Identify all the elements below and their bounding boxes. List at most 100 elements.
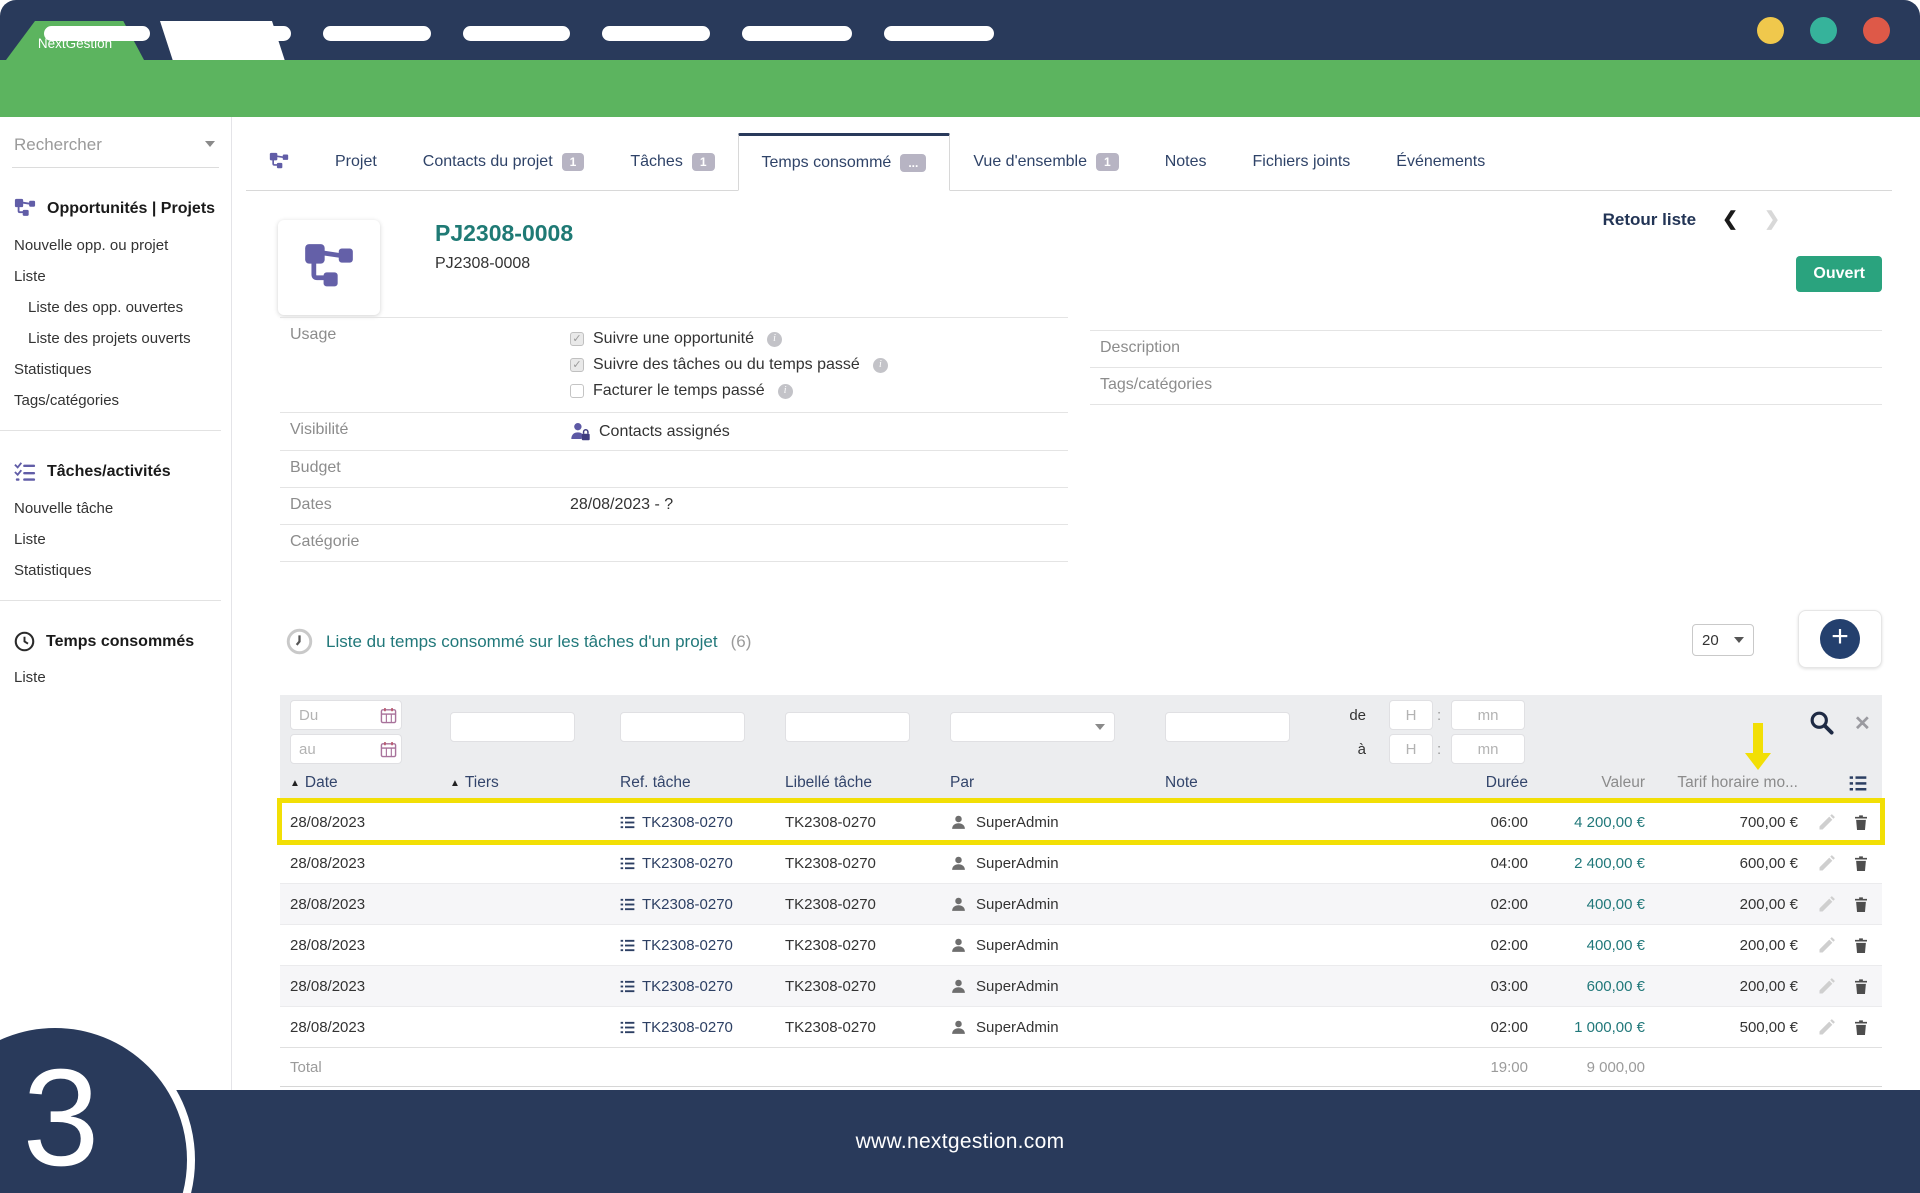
delete-icon[interactable] xyxy=(1852,895,1870,914)
chevron-right-icon[interactable]: ❯ xyxy=(1764,208,1780,231)
filter-tiers-input[interactable] xyxy=(450,712,575,742)
delete-icon[interactable] xyxy=(1852,813,1870,832)
edit-icon[interactable] xyxy=(1817,812,1837,832)
sidebar-search-input[interactable] xyxy=(14,135,217,155)
cell-user[interactable]: SuperAdmin xyxy=(950,978,1165,995)
info-icon[interactable]: i xyxy=(778,384,793,399)
sidebar-item-tasks-stats[interactable]: Statistiques xyxy=(0,555,231,586)
window-dot-close[interactable] xyxy=(1863,17,1890,44)
col-duree[interactable]: Durée xyxy=(1408,774,1528,792)
delete-icon[interactable] xyxy=(1852,1018,1870,1037)
info-icon[interactable]: i xyxy=(767,332,782,347)
checkbox-checked[interactable]: ✓ xyxy=(570,358,584,372)
tab-contacts[interactable]: Contacts du projet1 xyxy=(400,133,608,190)
tab-projet[interactable]: Projet xyxy=(312,133,400,190)
edit-icon[interactable] xyxy=(1817,935,1837,955)
page-size-select[interactable]: 20 xyxy=(1692,624,1754,656)
menu-pill-4[interactable] xyxy=(463,26,570,41)
task-ref-link[interactable]: TK2308-0270 xyxy=(620,814,785,831)
menu-pill-3[interactable] xyxy=(323,26,431,41)
edit-icon[interactable] xyxy=(1817,1017,1837,1037)
chevron-down-icon[interactable] xyxy=(205,141,215,147)
table-row[interactable]: 28/08/2023 TK2308-0270 TK2308-0270 Super… xyxy=(280,801,1882,842)
sidebar-item-projects-stats[interactable]: Statistiques xyxy=(0,354,231,385)
cell-value-link[interactable]: 400,00 € xyxy=(1528,937,1645,954)
column-settings-icon[interactable] xyxy=(1798,773,1882,793)
col-date[interactable]: ▲Date xyxy=(280,774,450,792)
tab-evenements[interactable]: Événements xyxy=(1373,133,1508,190)
cell-user[interactable]: SuperAdmin xyxy=(950,814,1165,831)
back-to-list-link[interactable]: Retour liste xyxy=(1603,210,1697,230)
task-ref-link[interactable]: TK2308-0270 xyxy=(620,896,785,913)
col-ref-tache[interactable]: Ref. tâche xyxy=(620,774,785,792)
clear-filters-icon[interactable]: ✕ xyxy=(1854,714,1871,734)
task-ref-link[interactable]: TK2308-0270 xyxy=(620,1019,785,1036)
filter-hour-to-input[interactable] xyxy=(1389,734,1433,764)
menu-pill-2[interactable] xyxy=(184,26,291,41)
checkbox-unchecked[interactable] xyxy=(570,384,584,398)
task-ref-link[interactable]: TK2308-0270 xyxy=(620,978,785,995)
filter-hour-from-input[interactable] xyxy=(1389,700,1433,730)
tab-temps-consomme[interactable]: Temps consommé... xyxy=(738,133,951,191)
cell-value-link[interactable]: 4 200,00 € xyxy=(1528,814,1645,831)
table-row[interactable]: 28/08/2023 TK2308-0270 TK2308-0270 Super… xyxy=(280,1006,1882,1047)
tab-notes[interactable]: Notes xyxy=(1142,133,1230,190)
filter-min-to-input[interactable] xyxy=(1451,734,1525,764)
sidebar-item-tasks-list[interactable]: Liste xyxy=(0,524,231,555)
cell-user[interactable]: SuperAdmin xyxy=(950,896,1165,913)
sidebar-item-projects-tags[interactable]: Tags/catégories xyxy=(0,385,231,416)
delete-icon[interactable] xyxy=(1852,936,1870,955)
col-note[interactable]: Note xyxy=(1165,774,1408,792)
sidebar-item-open-opps[interactable]: Liste des opp. ouvertes xyxy=(0,292,231,323)
tab-vue-ensemble[interactable]: Vue d'ensemble1 xyxy=(950,133,1141,190)
window-dot-maximize[interactable] xyxy=(1810,17,1837,44)
sidebar-item-projects-list[interactable]: Liste xyxy=(0,261,231,292)
col-libelle-tache[interactable]: Libellé tâche xyxy=(785,774,950,792)
filter-ref-task-input[interactable] xyxy=(620,712,745,742)
task-ref-link[interactable]: TK2308-0270 xyxy=(620,937,785,954)
cell-value-link[interactable]: 600,00 € xyxy=(1528,978,1645,995)
search-icon[interactable] xyxy=(1808,709,1835,739)
delete-icon[interactable] xyxy=(1852,854,1870,873)
edit-icon[interactable] xyxy=(1817,976,1837,996)
tab-fichiers-joints[interactable]: Fichiers joints xyxy=(1229,133,1373,190)
table-row[interactable]: 28/08/2023 TK2308-0270 TK2308-0270 Super… xyxy=(280,965,1882,1006)
col-valeur[interactable]: Valeur xyxy=(1528,774,1645,792)
window-dot-minimize[interactable] xyxy=(1757,17,1784,44)
add-time-button[interactable]: + xyxy=(1798,610,1882,668)
filter-par-select[interactable] xyxy=(950,712,1115,742)
col-tarif-horaire[interactable]: Tarif horaire mo... xyxy=(1645,774,1798,792)
menu-pill-1[interactable] xyxy=(44,26,150,41)
menu-pill-6[interactable] xyxy=(742,26,852,41)
menu-pill-5[interactable] xyxy=(602,26,710,41)
delete-icon[interactable] xyxy=(1852,977,1870,996)
tab-taches[interactable]: Tâches1 xyxy=(607,133,737,190)
cell-value-link[interactable]: 400,00 € xyxy=(1528,896,1645,913)
sidebar-item-new-opp[interactable]: Nouvelle opp. ou projet xyxy=(0,230,231,261)
chevron-left-icon[interactable]: ❮ xyxy=(1722,208,1738,231)
table-row[interactable]: 28/08/2023 TK2308-0270 TK2308-0270 Super… xyxy=(280,924,1882,965)
sidebar-item-time-list[interactable]: Liste xyxy=(0,662,231,693)
filter-task-label-input[interactable] xyxy=(785,712,910,742)
col-par[interactable]: Par xyxy=(950,774,1165,792)
table-row[interactable]: 28/08/2023 TK2308-0270 TK2308-0270 Super… xyxy=(280,842,1882,883)
edit-icon[interactable] xyxy=(1817,894,1837,914)
col-tiers[interactable]: ▲Tiers xyxy=(450,774,620,792)
checkbox-checked[interactable]: ✓ xyxy=(570,332,584,346)
cell-value-link[interactable]: 2 400,00 € xyxy=(1528,855,1645,872)
project-ref-title[interactable]: PJ2308-0008 xyxy=(435,220,573,247)
sidebar-item-new-task[interactable]: Nouvelle tâche xyxy=(0,493,231,524)
task-ref-link[interactable]: TK2308-0270 xyxy=(620,855,785,872)
menu-pill-7[interactable] xyxy=(884,26,994,41)
filter-min-from-input[interactable] xyxy=(1451,700,1525,730)
cell-user[interactable]: SuperAdmin xyxy=(950,855,1165,872)
table-row[interactable]: 28/08/2023 TK2308-0270 TK2308-0270 Super… xyxy=(280,883,1882,924)
calendar-icon[interactable] xyxy=(380,707,397,724)
calendar-icon[interactable] xyxy=(380,741,397,758)
filter-note-input[interactable] xyxy=(1165,712,1290,742)
cell-value-link[interactable]: 1 000,00 € xyxy=(1528,1019,1645,1036)
edit-icon[interactable] xyxy=(1817,853,1837,873)
cell-user[interactable]: SuperAdmin xyxy=(950,1019,1165,1036)
sidebar-item-open-projects[interactable]: Liste des projets ouverts xyxy=(0,323,231,354)
cell-user[interactable]: SuperAdmin xyxy=(950,937,1165,954)
